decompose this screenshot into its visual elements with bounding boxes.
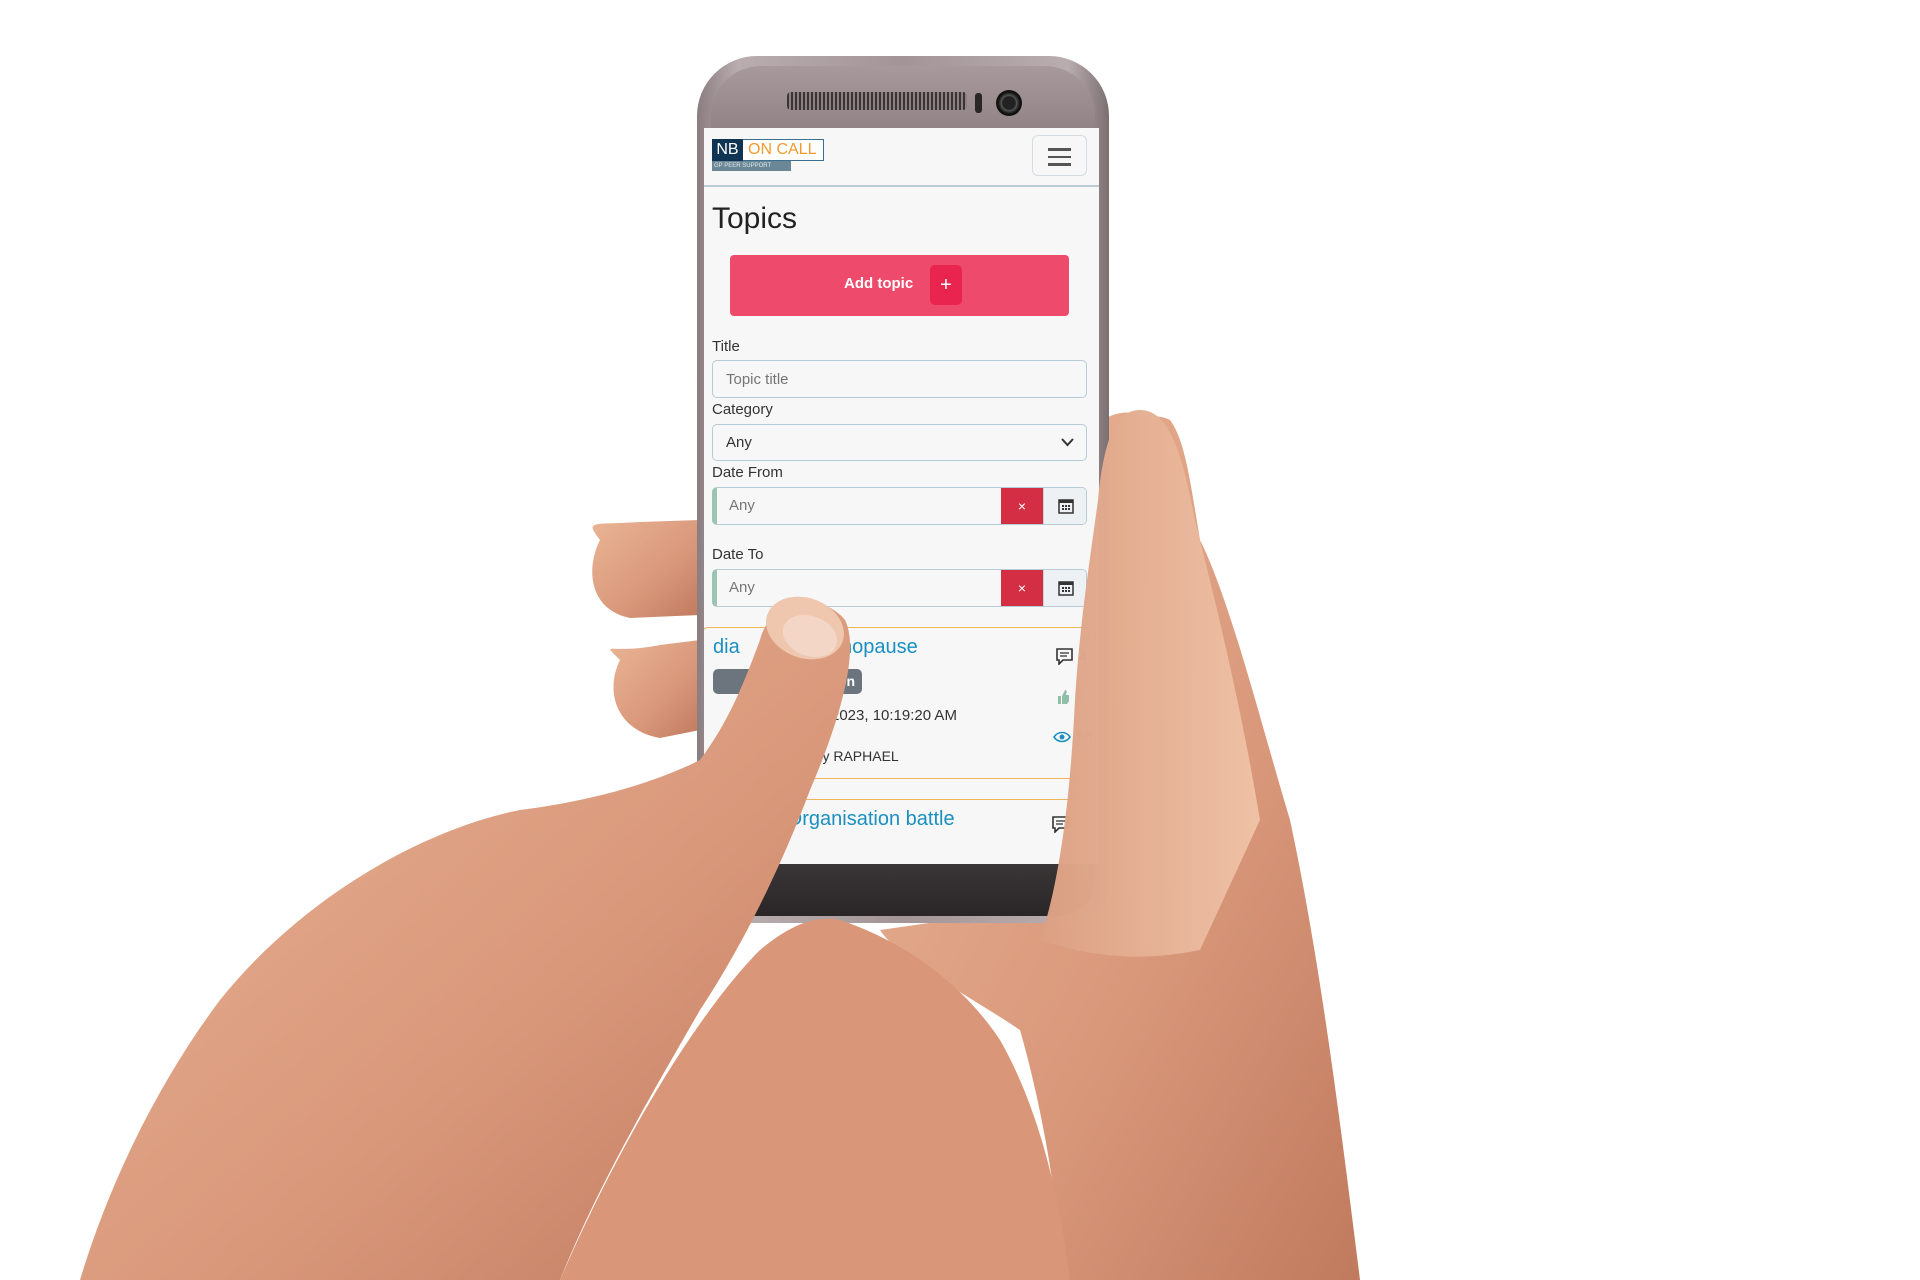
hands-foreground <box>80 410 1260 1280</box>
